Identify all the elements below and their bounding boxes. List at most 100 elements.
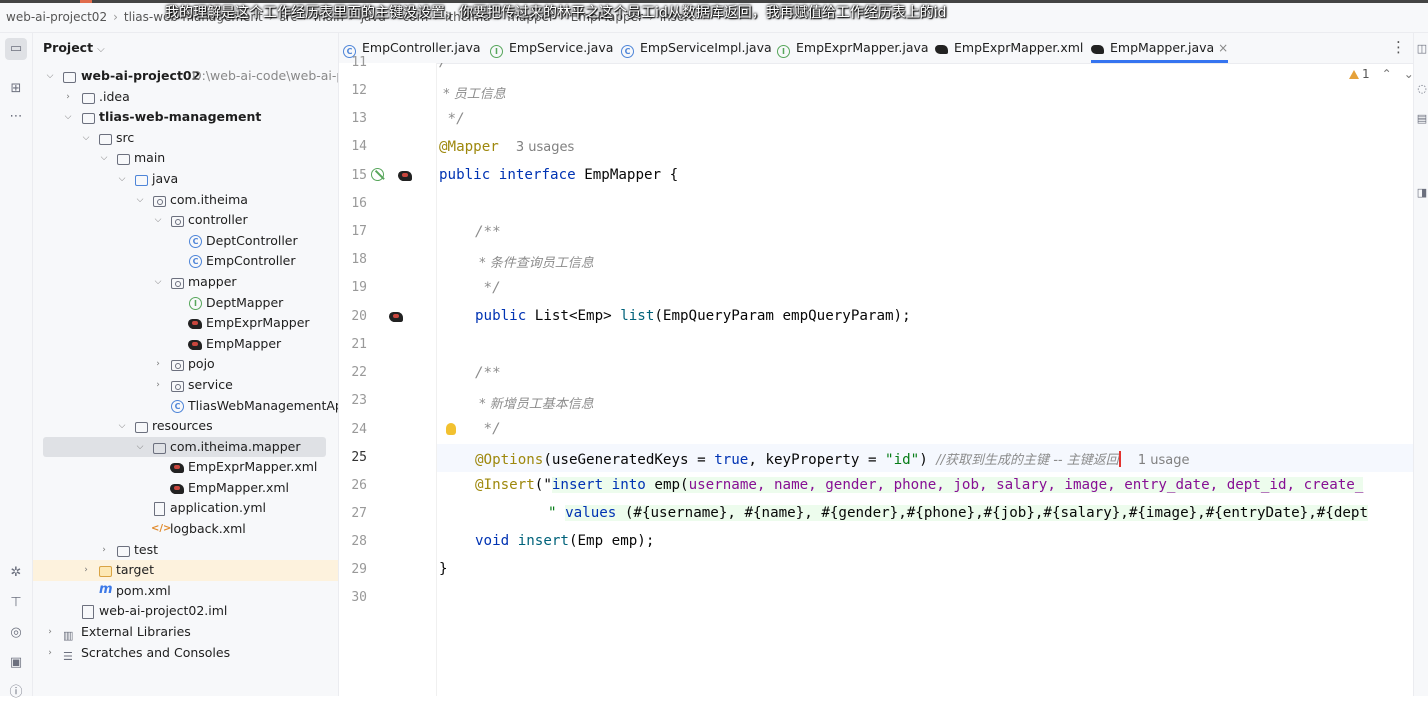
code-line-19: */ — [475, 280, 501, 296]
tree-item-empcontroller[interactable]: C EmpController — [33, 251, 338, 272]
tree-item-pom-xml[interactable]: m pom.xml — [33, 581, 338, 602]
xml-file-icon: </> — [151, 523, 172, 535]
hammer-icon[interactable]: ⊤ — [8, 595, 24, 611]
tree-item-java[interactable]: ⌵ java — [33, 169, 338, 190]
more-icon[interactable]: ⋯ — [8, 109, 24, 125]
implementation-icon[interactable] — [371, 168, 384, 181]
tree-item-empexprmapper-xml[interactable]: EmpExprMapper.xml — [33, 457, 338, 478]
yaml-file-icon — [154, 502, 165, 517]
ai-icon[interactable]: ◌ — [1414, 81, 1428, 97]
tree-item-test[interactable]: › test — [33, 540, 338, 561]
tree-item-idea[interactable]: › .idea — [33, 87, 338, 108]
tree-item-empmapper-xml[interactable]: EmpMapper.xml — [33, 478, 338, 499]
package-icon — [171, 380, 184, 392]
code-line-13: */ — [439, 111, 465, 127]
mybatis-navigate-icon[interactable] — [398, 171, 412, 181]
tab-empserviceimpl[interactable]: C EmpServiceImpl.java — [621, 33, 772, 63]
tree-item-com-itheima-mapper[interactable]: ⌵ com.itheima.mapper — [43, 436, 326, 458]
code-line-12: * 员工信息 — [439, 87, 506, 102]
folder-icon — [117, 154, 130, 166]
debug-icon[interactable]: ✲ — [8, 565, 24, 581]
tree-item-tlias-web-management[interactable]: ⌵ tlias-web-management — [33, 107, 338, 128]
line-number: 14 — [351, 139, 367, 154]
package-icon — [171, 216, 184, 228]
navigation-bar: web-ai-project02 › tlias-web-management › … — [0, 0, 1428, 33]
package-icon — [153, 195, 166, 207]
module-file-icon — [82, 605, 94, 620]
tree-item-iml[interactable]: web-ai-project02.iml — [33, 601, 338, 622]
tree-item-src[interactable]: ⌵ src — [33, 128, 338, 149]
code-editor[interactable]: /** * 员工信息 */ @Mapper 3 usages public in… — [437, 63, 1413, 696]
database-icon[interactable]: ▤ — [1414, 111, 1428, 127]
code-line-26: @Insert("insert into emp(username, name,… — [475, 477, 1364, 493]
tree-item-logback-xml[interactable]: </> logback.xml — [33, 519, 338, 540]
tree-item-web-ai-project02[interactable]: ⌵ web-ai-project02 D:\web-ai-code\web-ai… — [33, 66, 338, 87]
video-caption: 我的理解是这个工作经历表里面的主键没设置，你要把传过来的林平之这个员工id从数据… — [165, 5, 947, 21]
breadcrumb-item[interactable]: web-ai-project02 — [6, 10, 107, 24]
library-icon: ▥ — [63, 629, 74, 643]
code-line-28: void insert(Emp emp); — [475, 533, 655, 549]
tree-item-resources[interactable]: ⌵ resources — [33, 416, 338, 437]
tree-item-service[interactable]: › service — [33, 375, 338, 396]
line-number: 11 — [351, 55, 367, 70]
tree-item-main[interactable]: ⌵ main — [33, 148, 338, 169]
tab-empexprmapper-xml[interactable]: EmpExprMapper.xml — [935, 33, 1083, 63]
tree-item-scratches[interactable]: › ☰ Scratches and Consoles — [33, 643, 338, 664]
maven-file-icon: m — [99, 581, 113, 597]
close-icon[interactable]: × — [1218, 41, 1228, 55]
mybatis-navigate-icon[interactable] — [389, 312, 403, 322]
tree-item-deptcontroller[interactable]: C DeptController — [33, 231, 338, 252]
mybatis-icon — [935, 45, 948, 54]
folder-icon — [153, 442, 166, 454]
tree-item-empexprmapper[interactable]: EmpExprMapper — [33, 313, 338, 334]
project-header[interactable]: Project ⌵ — [33, 33, 338, 63]
left-toolbar: ▭ ⊞ ⋯ ✲ ⊤ ◎ ▣ ⓘ — [0, 33, 33, 700]
tree-item-tliaswebmanagementapp[interactable]: C TliasWebManagementApp — [33, 396, 338, 417]
tree-item-controller[interactable]: ⌵ controller — [33, 210, 338, 231]
tree-item-deptmapper[interactable]: I DeptMapper — [33, 293, 338, 314]
code-line-14: @Mapper 3 usages — [439, 139, 575, 155]
services-icon[interactable]: ◎ — [8, 625, 24, 641]
resources-folder-icon — [135, 422, 148, 434]
class-icon: C — [189, 255, 202, 269]
line-number: 28 — [351, 534, 367, 549]
line-number: 16 — [351, 196, 367, 211]
problems-icon[interactable]: ⓘ — [8, 685, 24, 701]
interface-icon: I — [490, 45, 503, 58]
module-folder-icon — [63, 72, 76, 83]
tab-empservice[interactable]: I EmpService.java — [490, 33, 613, 63]
code-line-24: */ — [475, 421, 501, 437]
tree-item-external-libraries[interactable]: › ▥ External Libraries — [33, 622, 338, 643]
project-panel: Project ⌵ ⌵ web-ai-project02 D:\web-ai-co… — [33, 33, 339, 696]
excluded-folder-icon — [99, 566, 112, 578]
scratches-icon: ☰ — [63, 649, 73, 663]
terminal-icon[interactable]: ▣ — [8, 655, 24, 671]
mybatis-icon — [1091, 45, 1104, 54]
line-number: 21 — [351, 337, 367, 352]
line-number: 23 — [351, 393, 367, 408]
tree-item-application-yml[interactable]: application.yml — [33, 498, 338, 519]
line-number: 13 — [351, 111, 367, 126]
usages-hint[interactable]: 1 usage — [1138, 453, 1190, 468]
tree-item-pojo[interactable]: › pojo — [33, 354, 338, 375]
maven-icon[interactable]: ◨ — [1414, 185, 1428, 201]
tree-item-empmapper[interactable]: EmpMapper — [33, 334, 338, 355]
usages-hint[interactable]: 3 usages — [516, 140, 574, 155]
code-line-15: public interface EmpMapper { — [439, 167, 679, 183]
structure-icon[interactable]: ⊞ — [8, 81, 24, 97]
folder-icon[interactable]: ▭ — [5, 38, 27, 60]
tree-item-com-itheima[interactable]: ⌵ com.itheima — [33, 190, 338, 211]
tree-item-target[interactable]: › target — [33, 560, 338, 581]
tab-empexprmapper-java[interactable]: I EmpExprMapper.java — [777, 33, 929, 63]
tree-item-mapper[interactable]: ⌵ mapper — [33, 272, 338, 293]
code-line-23: * 新增员工基本信息 — [475, 397, 594, 412]
tab-menu-icon[interactable]: ⋮ — [1391, 38, 1406, 56]
line-number: 20 — [351, 309, 367, 324]
mybatis-icon — [188, 339, 202, 350]
code-line-20: public List<Emp> list(EmpQueryParam empQ… — [475, 308, 911, 324]
folder-icon — [82, 92, 95, 104]
tab-empmapper-java[interactable]: EmpMapper.java × — [1091, 33, 1229, 63]
code-line-27: " values (#{username}, #{name}, #{gender… — [548, 505, 1369, 521]
notifications-icon[interactable]: ◫ — [1414, 41, 1428, 57]
project-tree: ⌵ web-ai-project02 D:\web-ai-code\web-ai… — [33, 66, 338, 663]
